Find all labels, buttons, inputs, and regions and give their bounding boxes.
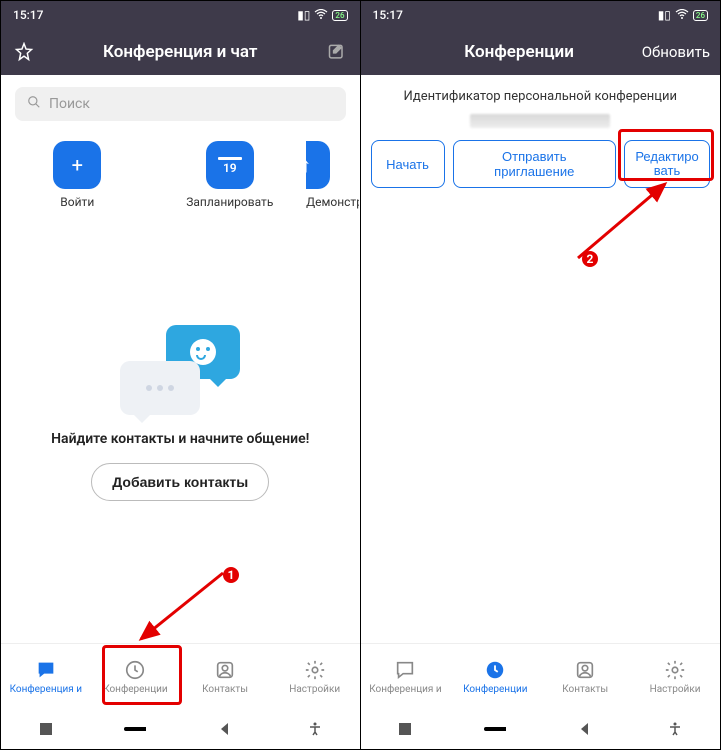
nav-contacts[interactable]: Контакты (180, 644, 270, 709)
refresh-button[interactable]: Обновить (642, 43, 710, 61)
sys-recents[interactable] (394, 718, 416, 740)
bottom-nav: Конференция и Конференции Контакты Настр… (1, 643, 360, 709)
sys-recents[interactable] (35, 718, 57, 740)
quick-join[interactable]: + Войти (1, 141, 154, 209)
wifi-icon (675, 8, 689, 22)
chat-icon (394, 659, 416, 681)
signal-icon: ▮▯ (297, 8, 310, 22)
clock-icon (484, 659, 506, 681)
battery-icon: 26 (693, 10, 708, 21)
battery-icon: 26 (332, 10, 347, 21)
bottom-nav: Конференция и Конференции Контакты Настр… (361, 643, 721, 709)
header: Конференции Обновить (361, 29, 721, 75)
start-button[interactable]: Начать (371, 140, 445, 188)
nav-chat[interactable]: Конференция и (1, 644, 91, 709)
gear-icon (304, 659, 326, 681)
chat-illustration (120, 325, 240, 415)
plus-icon: + (53, 141, 101, 189)
nav-settings[interactable]: Настройки (630, 644, 720, 709)
status-bar: 15:17 ▮▯ 26 (1, 1, 360, 29)
status-bar: 15:17 ▮▯ 26 (361, 1, 721, 29)
compose-icon[interactable] (324, 42, 350, 62)
wifi-icon (314, 8, 328, 22)
personal-id-value (470, 114, 610, 128)
nav-conferences[interactable]: Конференции (450, 644, 540, 709)
contacts-icon (574, 659, 596, 681)
header-title: Конференция и чат (37, 42, 324, 62)
action-buttons: Начать Отправить приглашение Редактиро в… (361, 140, 721, 188)
quick-actions: + Войти 19 Запланировать ↑ Демонстраци (1, 133, 360, 223)
quick-demo[interactable]: ↑ Демонстраци (306, 141, 359, 209)
chat-icon (35, 659, 57, 681)
sys-back[interactable] (574, 718, 596, 740)
screen-conferences: 15:17 ▮▯ 26 Конференции Обновить Идентиф… (361, 1, 721, 749)
status-time: 15:17 (13, 8, 43, 22)
system-nav (361, 709, 721, 749)
sys-accessibility[interactable] (304, 718, 326, 740)
nav-chat[interactable]: Конференция и (361, 644, 451, 709)
search-icon (27, 95, 41, 113)
header: Конференция и чат (1, 29, 360, 75)
status-time: 15:17 (373, 8, 403, 22)
sys-home[interactable] (124, 718, 146, 740)
calendar-icon: 19 (206, 141, 254, 189)
signal-icon: ▮▯ (658, 8, 671, 22)
header-title: Конференции (397, 42, 642, 62)
nav-conferences[interactable]: Конференции (91, 644, 181, 709)
system-nav (1, 709, 360, 749)
sys-accessibility[interactable] (664, 718, 686, 740)
gear-icon (664, 659, 686, 681)
edit-button[interactable]: Редактиро вать (624, 140, 710, 188)
upload-icon: ↑ (306, 141, 330, 189)
personal-id-label: Идентификатор персональной конференции (361, 89, 721, 104)
search-placeholder: Поиск (49, 96, 90, 112)
invite-button[interactable]: Отправить приглашение (453, 140, 617, 188)
sys-home[interactable] (484, 718, 506, 740)
search-input[interactable]: Поиск (15, 87, 346, 121)
sys-back[interactable] (214, 718, 236, 740)
clock-icon (124, 659, 146, 681)
empty-text: Найдите контакты и начните общение! (51, 431, 309, 447)
status-right: ▮▯ 26 (658, 8, 708, 22)
content-spacer (361, 188, 721, 643)
screen-chat: 15:17 ▮▯ 26 Конференция и чат Поиск (1, 1, 361, 749)
nav-settings[interactable]: Настройки (270, 644, 360, 709)
star-icon[interactable] (11, 42, 37, 62)
empty-state: Найдите контакты и начните общение! Доба… (1, 223, 360, 643)
quick-schedule[interactable]: 19 Запланировать (154, 141, 307, 209)
nav-contacts[interactable]: Контакты (540, 644, 630, 709)
contacts-icon (214, 659, 236, 681)
add-contacts-button[interactable]: Добавить контакты (91, 463, 269, 501)
status-right: ▮▯ 26 (297, 8, 347, 22)
